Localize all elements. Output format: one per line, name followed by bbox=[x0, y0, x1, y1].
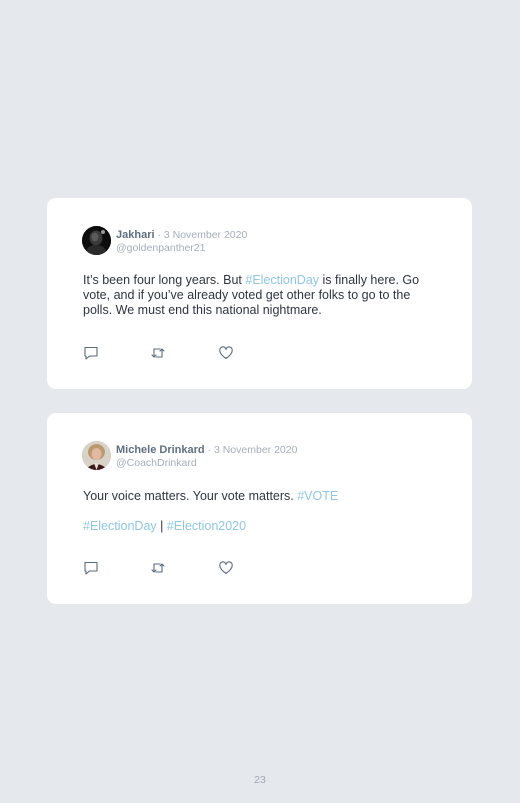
reply-icon[interactable] bbox=[83, 560, 99, 576]
avatar[interactable] bbox=[82, 226, 111, 255]
hashtag-link[interactable]: #ElectionDay bbox=[83, 519, 157, 533]
tweet-header: Michele Drinkard · 3 November 2020 @Coac… bbox=[116, 442, 297, 470]
tweet-header: Jakhari · 3 November 2020 @goldenpanther… bbox=[116, 227, 247, 255]
tweet-paragraph: Your voice matters. Your vote matters. #… bbox=[83, 489, 438, 504]
tweet-text: It’s been four long years. But #Election… bbox=[83, 273, 438, 318]
hashtag-link[interactable]: #VOTE bbox=[297, 489, 338, 503]
tweet-paragraph: It’s been four long years. But #Election… bbox=[83, 273, 438, 318]
author-handle[interactable]: @goldenpanther21 bbox=[116, 242, 247, 255]
avatar[interactable] bbox=[82, 441, 111, 470]
tweet-date: · 3 November 2020 bbox=[154, 229, 248, 241]
page-number: 23 bbox=[254, 774, 266, 786]
hashtag-link[interactable]: #ElectionDay bbox=[245, 273, 319, 287]
tweet-card-2: Michele Drinkard · 3 November 2020 @Coac… bbox=[47, 413, 472, 604]
tweet-date: · 3 November 2020 bbox=[204, 444, 298, 456]
text-segment: | bbox=[156, 519, 167, 533]
retweet-icon[interactable] bbox=[150, 560, 166, 576]
tweet-text: Your voice matters. Your vote matters. #… bbox=[83, 489, 438, 534]
hashtag-link[interactable]: #Election2020 bbox=[167, 519, 246, 533]
text-segment: It’s been four long years. But bbox=[83, 273, 246, 287]
tweet-card-1: Jakhari · 3 November 2020 @goldenpanther… bbox=[47, 198, 472, 389]
like-icon[interactable] bbox=[218, 560, 234, 576]
like-icon[interactable] bbox=[218, 345, 234, 361]
tweet-paragraph: #ElectionDay | #Election2020 bbox=[83, 519, 438, 534]
author-name[interactable]: Michele Drinkard bbox=[116, 444, 205, 456]
text-segment: Your voice matters. Your vote matters. bbox=[83, 489, 298, 503]
author-handle[interactable]: @CoachDrinkard bbox=[116, 457, 297, 470]
retweet-icon[interactable] bbox=[150, 345, 166, 361]
author-name[interactable]: Jakhari bbox=[116, 229, 155, 241]
reply-icon[interactable] bbox=[83, 345, 99, 361]
